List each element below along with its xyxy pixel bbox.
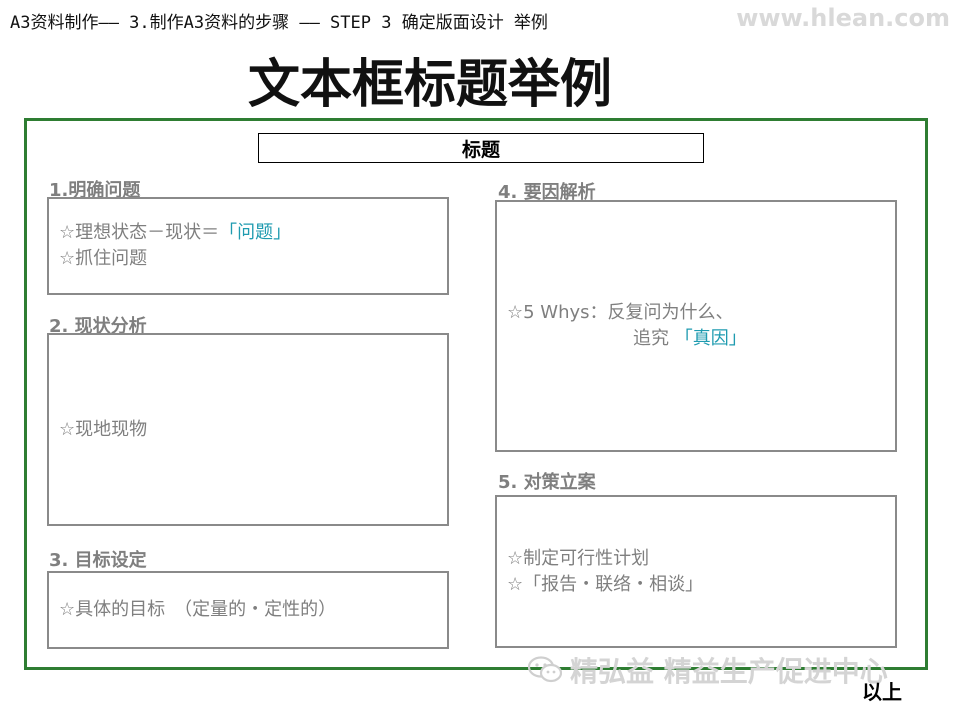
- section-3-label: 3. 目标设定: [49, 550, 147, 571]
- section-4-line-2: 追究 「真因」: [507, 326, 895, 352]
- section-5-textbox[interactable]: ☆制定可行性计划 ☆「报告・联络・相谈」: [495, 495, 897, 648]
- section-4-line-1: ☆5 Whys：反复问为什么、: [507, 302, 734, 323]
- watermark-wechat: 精弘益 精益生产促进中心: [528, 650, 888, 690]
- end-mark: 以上: [862, 680, 902, 704]
- page-title: 文本框标题举例: [247, 54, 612, 115]
- section-3-line-1: ☆具体的目标 （定量的・定性的）: [59, 599, 337, 620]
- section-5-label: 5. 对策立案: [498, 472, 596, 493]
- section-1-line-1: ☆理想状态－现状＝「问题」: [59, 220, 447, 246]
- title-textbox-label: 标题: [461, 138, 500, 161]
- section-1-line-2: ☆抓住问题: [59, 248, 148, 269]
- section-5-line-2: ☆「报告・联络・相谈」: [507, 573, 704, 595]
- section-4-line-2-text: 追究: [633, 328, 669, 349]
- section-4-textbox[interactable]: ☆5 Whys：反复问为什么、 追究 「真因」: [495, 200, 897, 452]
- section-1-highlight: 「问题」: [219, 222, 292, 243]
- section-2-line-1: ☆现地现物: [59, 418, 148, 440]
- wechat-icon: [528, 656, 562, 683]
- section-2-textbox[interactable]: ☆现地现物: [47, 333, 449, 526]
- title-textbox[interactable]: 标题: [258, 133, 704, 163]
- breadcrumb: A3资料制作—— 3.制作A3资料的步骤 —— STEP 3 确定版面设计 举例: [10, 12, 548, 33]
- section-5-line-1: ☆制定可行性计划: [507, 547, 650, 569]
- section-4-highlight: 「真因」: [674, 328, 747, 349]
- section-3-textbox[interactable]: ☆具体的目标 （定量的・定性的）: [47, 571, 449, 649]
- watermark-wechat-text: 精弘益 精益生产促进中心: [570, 655, 888, 688]
- watermark-url: www.hlean.com: [736, 4, 950, 32]
- section-1-textbox[interactable]: ☆理想状态－现状＝「问题」 ☆抓住问题: [47, 197, 449, 295]
- section-1-line-1-text: ☆理想状态－现状＝: [59, 222, 220, 243]
